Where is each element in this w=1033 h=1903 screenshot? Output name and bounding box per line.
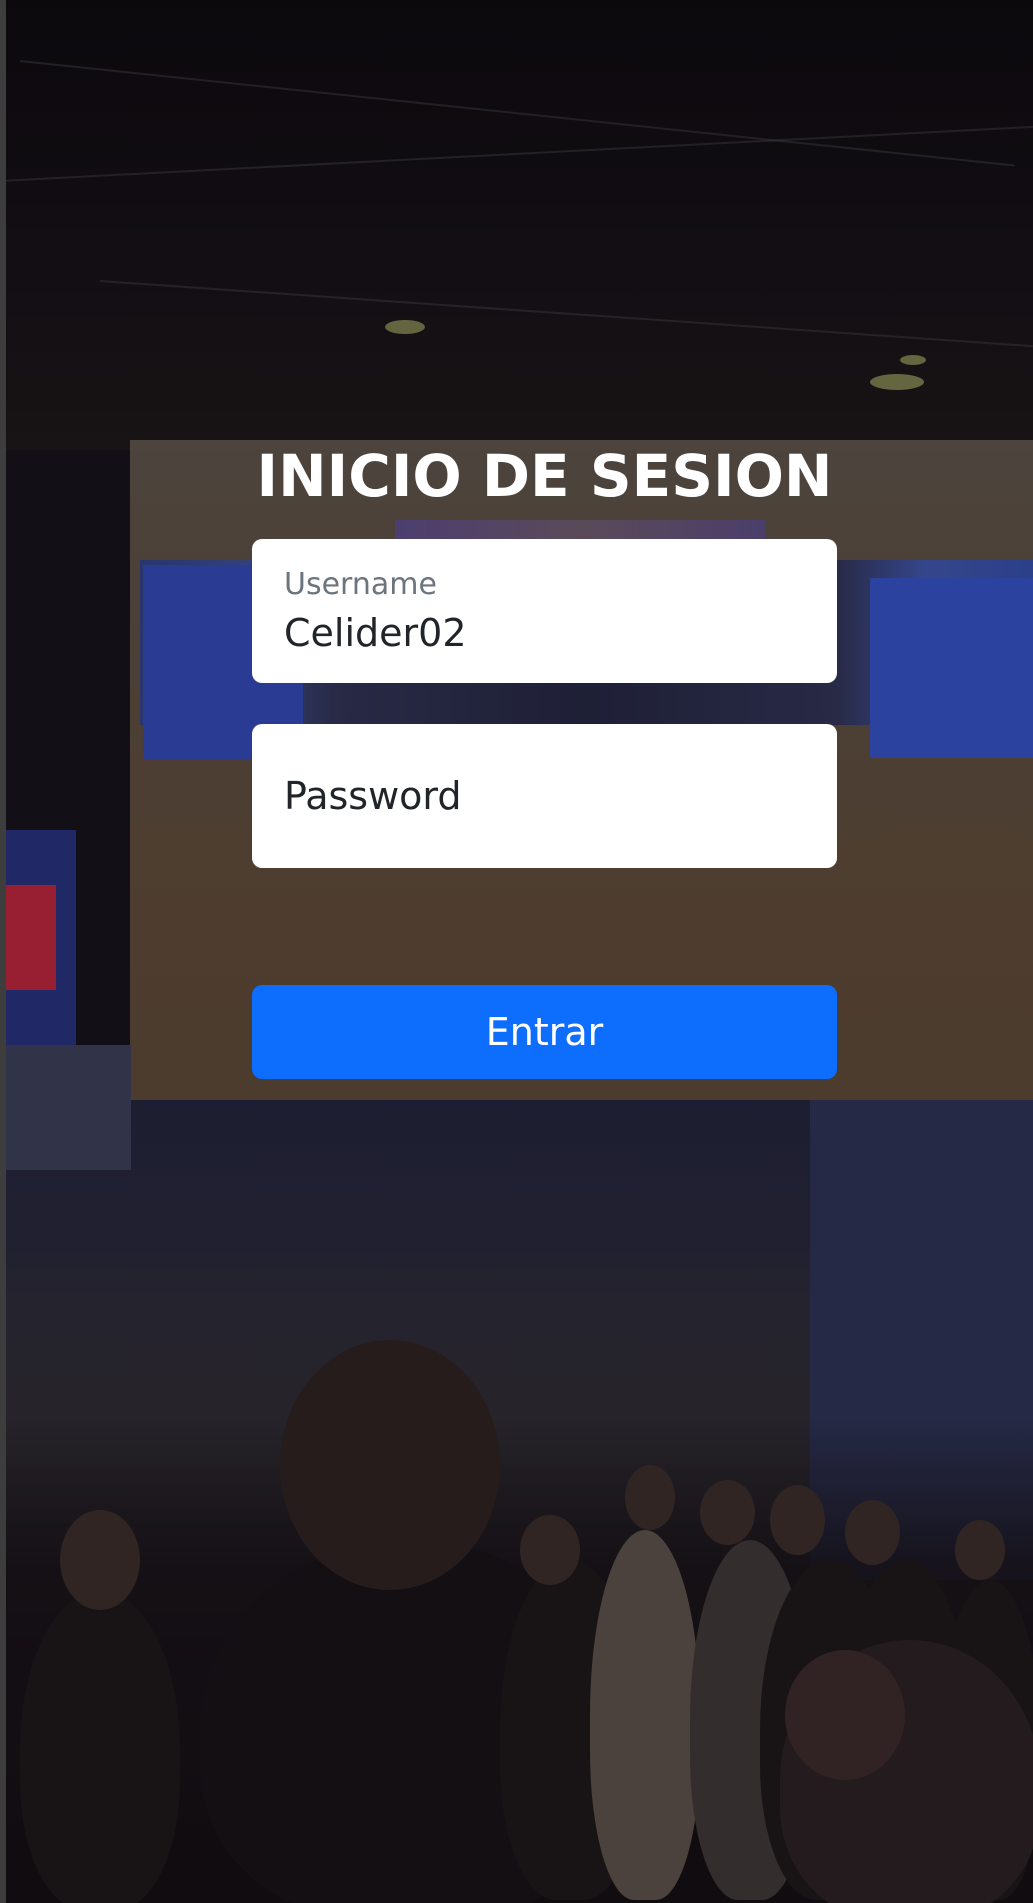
username-field[interactable]: Username Celider02	[252, 539, 837, 683]
username-value[interactable]: Celider02	[284, 611, 467, 655]
password-field[interactable]	[252, 724, 837, 868]
password-input[interactable]	[252, 724, 837, 868]
login-page: INICIO DE SESION Username Celider02 Entr…	[0, 0, 1033, 1903]
login-form: INICIO DE SESION Username Celider02 Entr…	[252, 430, 837, 1079]
login-button[interactable]: Entrar	[252, 985, 837, 1079]
login-title: INICIO DE SESION	[256, 442, 833, 510]
username-label: Username	[284, 567, 437, 602]
